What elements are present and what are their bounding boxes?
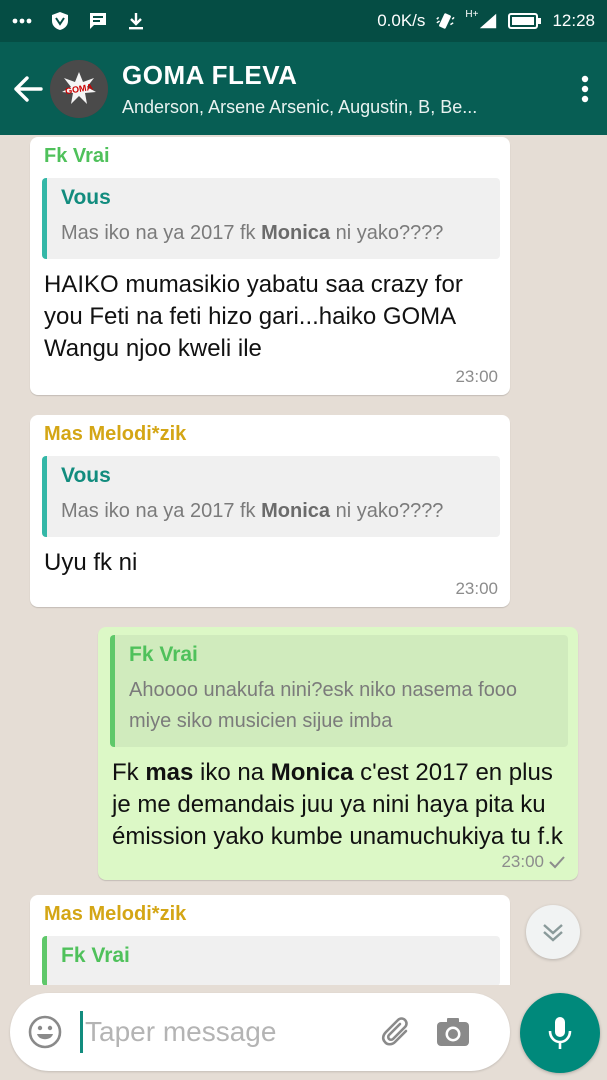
chat-area[interactable]: Fk Vrai Vous Mas iko na ya 2017 fk Monic… <box>0 135 607 985</box>
message-time: 23:00 <box>501 852 566 872</box>
vibrate-icon <box>435 11 455 31</box>
incoming-message[interactable]: Mas Melodi*zik Fk Vrai <box>30 895 510 985</box>
signal-icon <box>478 11 498 31</box>
clock: 12:28 <box>552 11 595 30</box>
status-bar: 0.0K/s H+ 12:28 <box>0 0 607 42</box>
outgoing-message[interactable]: Fk Vrai Ahoooo unakufa nini?esk niko nas… <box>98 627 578 880</box>
group-title: GOMA FLEVA <box>122 59 298 90</box>
message-sender: Mas Melodi*zik <box>44 423 187 445</box>
more-vert-icon <box>581 75 589 102</box>
incoming-message[interactable]: Mas Melodi*zik Vous Mas iko na ya 2017 f… <box>30 415 510 607</box>
quote-author: Vous <box>61 464 111 487</box>
attach-button[interactable] <box>371 1015 423 1049</box>
paperclip-icon <box>381 1017 408 1046</box>
message-icon <box>88 11 108 31</box>
quoted-message[interactable]: Fk Vrai <box>42 936 500 985</box>
emoji-icon <box>28 1015 62 1049</box>
more-dots-icon <box>12 11 32 31</box>
quote-author: Vous <box>61 186 111 209</box>
message-time: 23:00 <box>455 367 498 386</box>
text-cursor <box>80 1011 83 1053</box>
shield-icon <box>50 11 70 31</box>
download-icon <box>126 11 146 31</box>
quoted-message[interactable]: Vous Mas iko na ya 2017 fk Monica ni yak… <box>42 178 500 259</box>
net-speed: 0.0K/s <box>377 11 426 30</box>
group-members: Anderson, Arsene Arsenic, Augustin, B, B… <box>122 96 478 117</box>
message-text: HAIKO mumasikio yabatu saa crazy for you… <box>44 271 463 362</box>
overflow-menu-button[interactable] <box>563 42 607 135</box>
compose-bar <box>10 993 510 1071</box>
message-text: Uyu fk ni <box>44 549 138 576</box>
scroll-to-bottom-button[interactable] <box>526 905 580 959</box>
sent-check-icon <box>549 856 565 869</box>
voice-record-button[interactable] <box>520 993 600 1073</box>
back-button[interactable] <box>0 42 50 135</box>
microphone-icon <box>548 1017 572 1049</box>
battery-icon <box>508 11 542 31</box>
status-right-icons: 0.0K/s H+ 12:28 <box>377 8 595 31</box>
quoted-message[interactable]: Fk Vrai Ahoooo unakufa nini?esk niko nas… <box>110 635 568 747</box>
message-text: Fk mas iko na Monica c'est 2017 en plus … <box>112 759 563 850</box>
quote-text: Mas iko na ya 2017 fk Monica ni yako???? <box>61 222 444 244</box>
quote-text: Mas iko na ya 2017 fk Monica ni yako???? <box>61 500 444 522</box>
message-sender: Fk Vrai <box>44 145 110 167</box>
emoji-button[interactable] <box>10 1015 80 1049</box>
quote-author: Fk Vrai <box>129 643 198 666</box>
quote-author: Fk Vrai <box>61 944 130 967</box>
double-chevron-down-icon <box>543 924 563 942</box>
chat-header: GOMA GOMA FLEVA Anderson, Arsene Arsenic… <box>0 42 607 135</box>
message-input[interactable] <box>85 1016 365 1048</box>
status-left-icons <box>12 11 146 31</box>
camera-button[interactable] <box>423 1017 483 1047</box>
message-time: 23:00 <box>455 579 498 598</box>
group-avatar[interactable]: GOMA <box>50 59 108 118</box>
quoted-message[interactable]: Vous Mas iko na ya 2017 fk Monica ni yak… <box>42 456 500 537</box>
quote-text: Ahoooo unakufa nini?esk niko nasema fooo… <box>129 679 518 732</box>
incoming-message[interactable]: Fk Vrai Vous Mas iko na ya 2017 fk Monic… <box>30 137 510 395</box>
title-block[interactable]: GOMA FLEVA Anderson, Arsene Arsenic, Aug… <box>122 60 552 118</box>
message-sender: Mas Melodi*zik <box>44 903 187 925</box>
camera-icon <box>437 1018 469 1046</box>
network-type: H+ <box>465 8 479 20</box>
back-arrow-icon <box>14 75 43 102</box>
